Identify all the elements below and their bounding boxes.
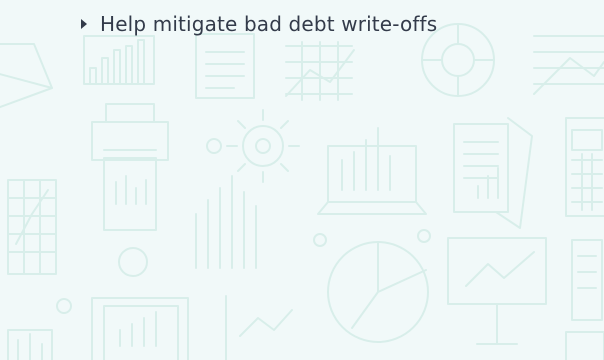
laptop-chart-icon: [317, 127, 427, 215]
background-pattern: [0, 23, 604, 360]
bottom-right-card-icon: [565, 331, 604, 360]
triangle-right-icon: [81, 19, 87, 29]
report-icon: [453, 117, 533, 229]
printer-icon: [91, 103, 222, 231]
bullet-text: Help mitigate bad debt write-offs: [100, 12, 438, 36]
bar-cluster-icon: [118, 175, 257, 277]
line-chart-icon: [285, 41, 355, 101]
gear-icon: [226, 109, 300, 183]
document-icon: [195, 33, 255, 99]
stacked-document-icon: [91, 297, 189, 360]
presentation-chart-icon: [447, 237, 547, 345]
bar-chart-icon: [83, 35, 155, 85]
analytics-icon: [533, 35, 604, 95]
bullet-row: Help mitigate bad debt write-offs: [80, 14, 437, 34]
pie-chart-icon: [0, 43, 53, 109]
calculator-icon: [565, 117, 604, 217]
grid-chart-icon: [7, 179, 57, 275]
bottom-bars-icon: [7, 298, 72, 360]
pie-slice-icon: [313, 229, 431, 343]
trend-line-icon: [225, 295, 293, 360]
side-chart-icon: [571, 239, 603, 321]
